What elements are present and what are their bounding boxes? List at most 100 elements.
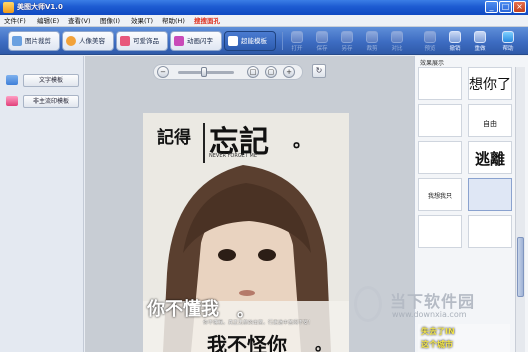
text-template-button[interactable]: 文字模板 [23, 74, 79, 87]
maximize-button[interactable]: □ [499, 1, 512, 13]
overlay-line2: 这个城市 [421, 340, 453, 349]
tab-image-crop[interactable]: 图片裁剪 [8, 31, 60, 51]
headline-left: 記得 [157, 128, 191, 148]
photo-preview: 記得 忘記 。 NEVER FORGET ME 你不懂我 。 你不懂我，真正无奈… [143, 113, 349, 352]
menu-help[interactable]: 帮助(H) [162, 16, 185, 26]
folder-icon [291, 31, 303, 43]
preview-label: 预览 [424, 46, 436, 52]
save-icon [316, 31, 328, 43]
undo-button[interactable]: 撤销 [443, 30, 467, 52]
tab-label: 可爱饰品 [133, 37, 159, 45]
zoom-in-icon[interactable]: + [283, 66, 295, 78]
effect-thumb-text: 我想我只 [427, 193, 452, 200]
menu-image[interactable]: 图像(I) [100, 16, 120, 26]
bottom-line2: 我不怪你 [207, 333, 287, 352]
watermark-logo-icon [354, 286, 382, 322]
compare-icon [391, 31, 403, 43]
crop-tool-icon [366, 31, 378, 43]
actual-size-icon[interactable]: □ [247, 66, 259, 78]
bottom-small-caption: 你不懂我，真正无奈的出离，行走途中苦闷不安！ [203, 320, 314, 326]
tab-portrait-beauty[interactable]: 人像美容 [62, 31, 114, 51]
stamp-template-button[interactable]: 非主流印模板 [23, 95, 79, 108]
tab-label: 人像美容 [79, 37, 105, 45]
effect-thumb[interactable] [418, 67, 462, 100]
menu-file[interactable]: 文件(F) [4, 16, 26, 26]
tab-label: 动画闪字 [187, 37, 213, 45]
template-icon [228, 36, 238, 46]
tab-super-templates[interactable]: 超能模板 [224, 31, 276, 51]
undo-label: 撤销 [449, 46, 461, 52]
compare-label: 对比 [391, 46, 403, 52]
watermark-brand: 当下软件园 [390, 292, 476, 311]
zoom-slider[interactable] [178, 67, 234, 77]
effect-thumb-text: 逃離 [474, 150, 505, 168]
tab-animated-text[interactable]: 动画闪字 [170, 31, 222, 51]
tab-label: 图片裁剪 [25, 37, 51, 45]
redo-button[interactable]: 重做 [468, 30, 492, 52]
tab-label: 超能模板 [241, 37, 267, 45]
save-button[interactable]: 保存 [310, 30, 334, 52]
close-button[interactable]: × [513, 1, 526, 13]
app-window: 美图大师V1.0 _ □ × 文件(F) 编辑(E) 查看(V) 图像(I) 效… [0, 0, 528, 352]
help-label: 帮助 [502, 46, 514, 52]
preview-icon [424, 31, 436, 43]
window-title: 美图大师V1.0 [17, 3, 63, 11]
save-label: 保存 [316, 46, 328, 52]
effect-thumb[interactable]: 自由 [468, 104, 512, 137]
bottom-line1: 你不懂我 [147, 299, 219, 320]
help-button[interactable]: 帮助 [496, 30, 520, 52]
face-icon [66, 36, 76, 46]
effect-thumb[interactable]: 我想我只 [418, 178, 462, 211]
save-as-icon [341, 31, 353, 43]
help-icon [502, 31, 514, 43]
effect-thumb-text: 自由 [483, 120, 497, 128]
title-bar: 美图大师V1.0 _ □ × [0, 0, 528, 15]
effects-header: 效果展示 [420, 60, 445, 67]
stamp-template-icon [6, 96, 18, 106]
rotate-icon[interactable]: ↻ [312, 64, 326, 78]
effect-thumb-text: 想你了 [469, 77, 511, 93]
menu-view[interactable]: 查看(V) [68, 16, 91, 26]
minimize-button[interactable]: _ [485, 1, 498, 13]
crop-label: 裁剪 [366, 46, 378, 52]
effect-thumb[interactable] [418, 215, 462, 248]
app-icon [3, 2, 14, 13]
open-button[interactable]: 打开 [285, 30, 309, 52]
redo-label: 重做 [474, 46, 486, 52]
undo-icon [449, 31, 461, 43]
save-as-label: 另存 [341, 46, 353, 52]
watermark-url: www.downxia.com [392, 310, 467, 319]
effect-thumb[interactable]: 想你了 [468, 67, 512, 100]
open-label: 打开 [291, 46, 303, 52]
zoom-slider-knob[interactable] [201, 67, 207, 77]
main-toolbar: 图片裁剪 人像美容 可爱饰品 动画闪字 超能模板 打开 保存 另存 裁剪 对比 … [0, 27, 528, 55]
effect-thumb[interactable] [468, 215, 512, 248]
sparkle-icon [174, 36, 184, 46]
effect-thumb[interactable] [418, 141, 462, 174]
left-item-stamp-template[interactable]: 非主流印模板 [3, 95, 81, 108]
effect-thumb[interactable]: 逃離 [468, 141, 512, 174]
headline-dot: 。 [293, 131, 311, 152]
save-as-button[interactable]: 另存 [335, 30, 359, 52]
fit-window-icon[interactable]: ▢ [265, 66, 277, 78]
menu-effects[interactable]: 效果(T) [131, 16, 153, 26]
left-item-text-template[interactable]: 文字模板 [3, 74, 81, 87]
text-template-icon [6, 75, 18, 85]
tab-cute-accessories[interactable]: 可爱饰品 [116, 31, 168, 51]
bottom-line2-dot: 。 [315, 335, 332, 352]
bow-icon [120, 36, 130, 46]
overlay-line1: 失去了IN [421, 327, 455, 336]
zoom-out-icon[interactable]: − [157, 66, 169, 78]
overlay-caption: 失去了IN 这个城市 [418, 324, 510, 352]
small-caption: NEVER FORGET ME [209, 153, 257, 159]
menu-search-faces[interactable]: 搜搜面孔 [194, 16, 220, 26]
effect-thumb[interactable] [418, 104, 462, 137]
crop-button[interactable]: 裁剪 [360, 30, 384, 52]
bottom-line1-dot: 。 [237, 301, 254, 320]
preview-button[interactable]: 预览 [418, 30, 442, 52]
compare-button[interactable]: 对比 [385, 30, 409, 52]
effect-thumb-selected[interactable] [468, 178, 512, 211]
menu-edit[interactable]: 编辑(E) [37, 16, 59, 26]
crop-icon [12, 36, 22, 46]
redo-icon [474, 31, 486, 43]
